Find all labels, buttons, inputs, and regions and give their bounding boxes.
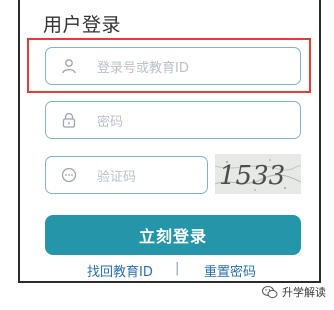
captcha-placeholder: 验证码 <box>97 169 137 185</box>
watermark: 升学解读 <box>262 284 326 300</box>
recover-id-link[interactable]: 找回教育ID <box>87 261 153 280</box>
user-icon <box>61 58 77 74</box>
frame-border-left <box>18 0 20 283</box>
username-field[interactable]: 登录号或教育ID <box>45 47 301 85</box>
lock-icon <box>61 112 77 128</box>
username-placeholder: 登录号或教育ID <box>97 60 189 76</box>
frame-border-right <box>319 0 321 283</box>
frame-border-bottom <box>18 281 321 283</box>
login-button[interactable]: 立刻登录 <box>45 215 301 255</box>
password-field[interactable]: 密码 <box>45 101 301 139</box>
wechat-icon <box>262 285 278 299</box>
captcha-field[interactable]: 验证码 <box>45 156 208 194</box>
password-placeholder: 密码 <box>97 114 124 130</box>
link-separator: | <box>175 261 180 276</box>
captcha-text: 1533 <box>219 161 285 191</box>
login-title: 用户登录 <box>43 14 122 36</box>
ellipsis-icon <box>61 167 77 183</box>
watermark-text: 升学解读 <box>282 286 326 299</box>
reset-password-link[interactable]: 重置密码 <box>204 261 256 280</box>
captcha-image[interactable]: 1533 <box>215 154 301 194</box>
